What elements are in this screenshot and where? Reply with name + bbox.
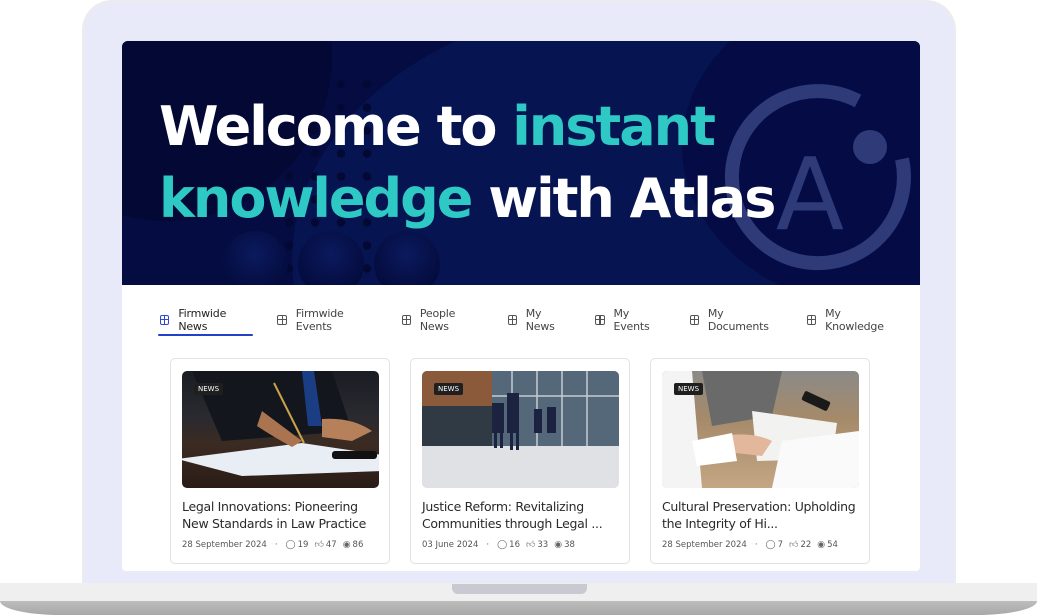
grid-icon [401, 315, 411, 325]
news-date: 03 June 2024 [422, 540, 479, 550]
tab-my-news[interactable]: My News [506, 307, 572, 333]
tab-label: Firmwide News [178, 307, 227, 333]
tab-my-knowledge[interactable]: My Knowledge [805, 307, 898, 333]
comment-count: 16 [509, 540, 520, 550]
news-badge: NEWS [194, 383, 224, 395]
comment-count: 7 [777, 540, 784, 550]
tab-firmwide-news[interactable]: Firmwide News [158, 307, 254, 336]
like-icon: 👍︎ [525, 540, 536, 550]
eye-icon: ◉ [342, 540, 351, 550]
comment-icon: ◯ [765, 540, 776, 550]
tab-label: My News [525, 307, 555, 333]
news-image[interactable]: NEWS [422, 371, 619, 488]
like-icon: 👍︎ [789, 540, 799, 550]
hero-title: Welcome to instant knowledge with Atlas [159, 91, 776, 235]
news-card[interactable]: NEWS Cultural Preservation: Upholding th… [650, 358, 870, 564]
grid-icon [806, 315, 817, 325]
news-card[interactable]: NEWS Justice Reform: Revitalizing Commun… [410, 358, 630, 564]
news-title[interactable]: Cultural Preservation: Upholding the Int… [662, 498, 862, 532]
grid-icon [689, 315, 699, 325]
separator: · [274, 540, 278, 550]
tab-bar: Firmwide News Firmwide Events People New… [158, 307, 920, 337]
view-count: 54 [827, 540, 838, 550]
news-image[interactable]: NEWS [662, 371, 859, 488]
tab-label: Firmwide Events [295, 307, 344, 333]
news-date: 28 September 2024 [662, 540, 747, 550]
view-count: 38 [564, 540, 575, 550]
logo-letter: A [776, 136, 844, 253]
news-meta: 03 June 2024 · ◯ 16 👍︎ 33 ◉ 38 [422, 540, 575, 550]
like-count: 47 [325, 540, 337, 550]
like-count: 33 [537, 540, 549, 550]
comment-icon: ◯ [285, 540, 296, 550]
hero-banner: A Welcome to instant knowledge with Atla… [122, 41, 920, 285]
tab-label: People News [419, 307, 456, 333]
like-icon: 👍︎ [314, 540, 324, 550]
view-count: 86 [352, 540, 364, 550]
like-count: 22 [800, 540, 812, 550]
eye-icon: ◉ [554, 540, 563, 550]
news-card[interactable]: NEWS Legal Innovations: Pioneering New S… [170, 358, 390, 564]
tab-label: My Events [613, 307, 650, 333]
comment-count: 19 [297, 540, 309, 550]
news-meta: 28 September 2024 · ◯ 19 👍︎ 47 ◉ 86 [182, 540, 363, 550]
hero-text-accent: knowledge [159, 167, 473, 230]
news-image[interactable]: NEWS [182, 371, 379, 488]
news-title[interactable]: Legal Innovations: Pioneering New Standa… [182, 498, 382, 532]
tab-label: My Knowledge [825, 307, 884, 333]
laptop-notch [452, 584, 587, 594]
tab-my-documents[interactable]: My Documents [688, 307, 783, 333]
hero-text: Welcome to [159, 95, 513, 158]
screen: A Welcome to instant knowledge with Atla… [122, 41, 920, 571]
tab-label: My Documents [707, 307, 769, 333]
separator: · [754, 540, 758, 550]
news-title[interactable]: Justice Reform: Revitalizing Communities… [422, 498, 622, 532]
hero-text-accent: instant [512, 95, 716, 158]
news-meta: 28 September 2024 · ◯ 7 👍︎ 22 ◉ 54 [662, 540, 838, 550]
separator: · [486, 540, 490, 550]
news-badge: NEWS [674, 383, 704, 395]
tab-my-events[interactable]: My Events [593, 307, 665, 333]
news-badge: NEWS [434, 383, 464, 395]
hero-text: with Atlas [471, 167, 776, 230]
tab-firmwide-events[interactable]: Firmwide Events [275, 307, 377, 333]
comment-icon: ◯ [497, 540, 508, 550]
news-date: 28 September 2024 [182, 540, 267, 550]
grid-icon [277, 315, 287, 325]
eye-icon: ◉ [817, 540, 826, 550]
grid-icon [507, 315, 517, 325]
grid-icon [595, 315, 605, 325]
tab-people-news[interactable]: People News [400, 307, 484, 333]
grid-icon [160, 315, 170, 325]
